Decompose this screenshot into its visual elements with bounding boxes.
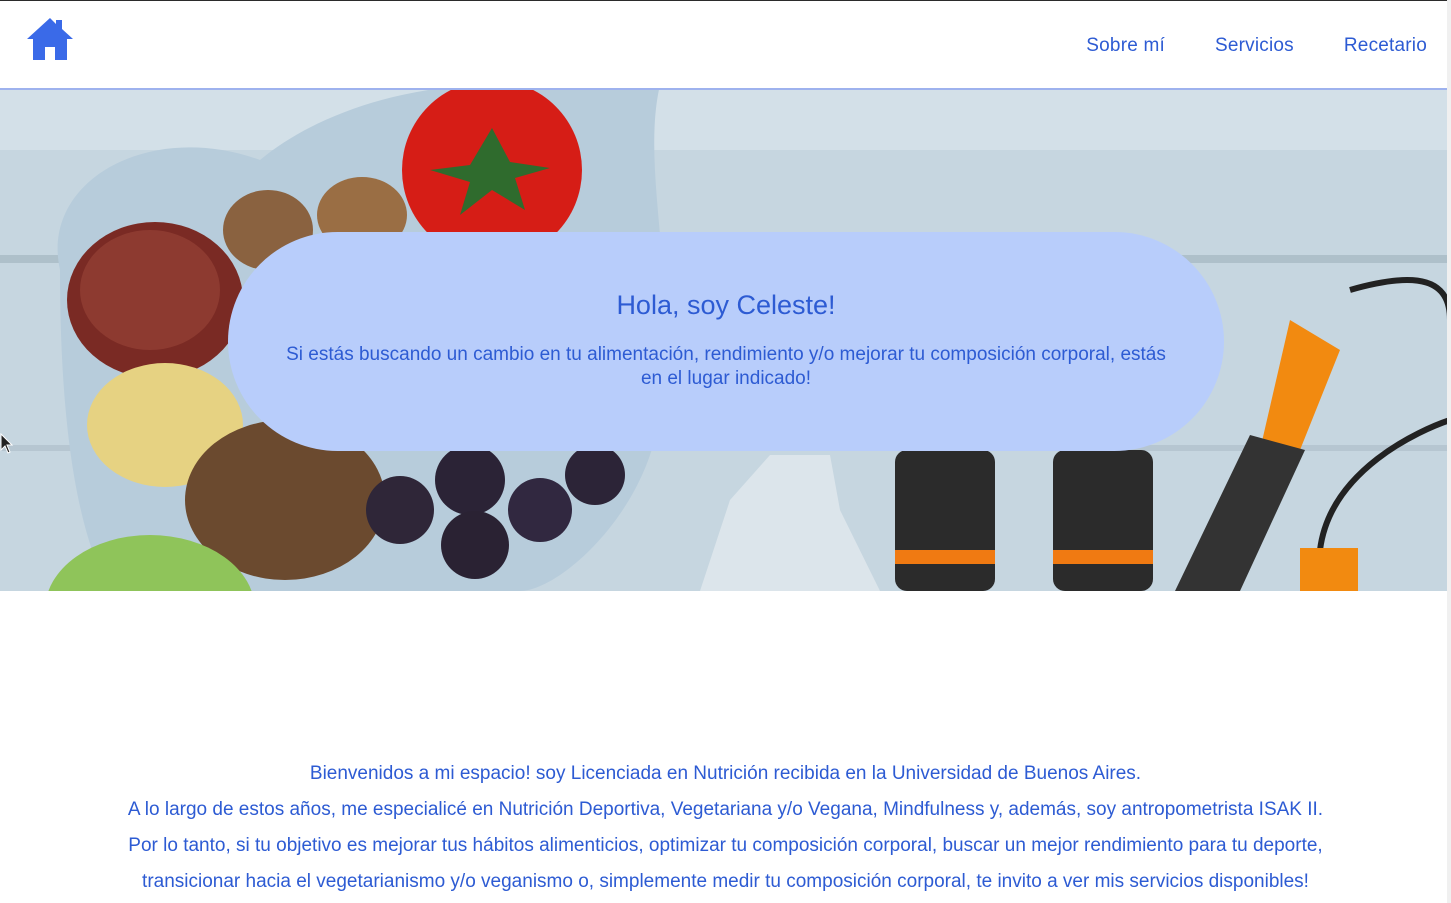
hero-intro-card: Hola, soy Celeste! Si estás buscando un …: [228, 232, 1224, 451]
top-navbar: Sobre mí Servicios Recetario: [0, 0, 1451, 91]
intro-line: A lo largo de estos años, me especialicé…: [127, 799, 1324, 820]
nav-link-sobre-mi[interactable]: Sobre mí: [1086, 35, 1165, 57]
nav-link-servicios[interactable]: Servicios: [1215, 35, 1294, 57]
page: Sobre mí Servicios Recetario Hola, soy C…: [0, 0, 1451, 903]
home-link[interactable]: [24, 15, 76, 63]
mouse-cursor-icon: [0, 433, 14, 454]
hero-subtitle: Si estás buscando un cambio en tu alimen…: [286, 344, 1166, 389]
intro-line: transicionar hacia el vegetarianismo y/o…: [142, 871, 1309, 892]
main-nav: Sobre mí Servicios Recetario: [1086, 31, 1427, 61]
intro-line: Bienvenidos a mi espacio! soy Licenciada…: [309, 763, 1142, 784]
nav-link-recetario[interactable]: Recetario: [1344, 35, 1427, 57]
intro-line: Por lo tanto, si tu objetivo es mejorar …: [128, 835, 1323, 856]
vertical-scrollbar[interactable]: [1447, 0, 1451, 903]
hero-title: Hola, soy Celeste!: [616, 290, 836, 320]
intro-section: Bienvenidos a mi espacio! soy Licenciada…: [0, 756, 1451, 900]
home-icon: [27, 18, 73, 60]
hero-banner: Hola, soy Celeste! Si estás buscando un …: [0, 90, 1451, 591]
